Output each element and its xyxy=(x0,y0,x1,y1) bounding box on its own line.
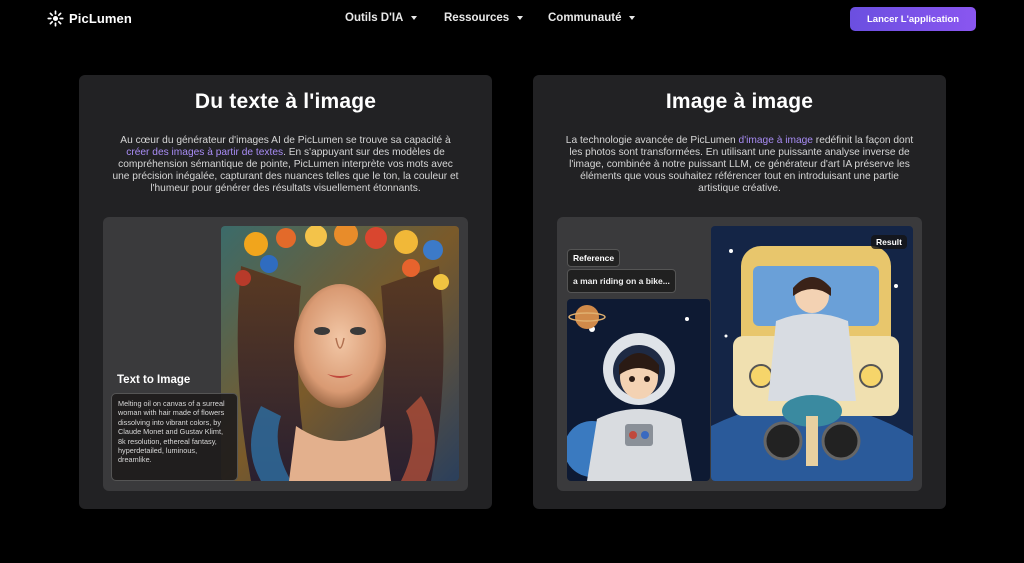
text-to-image-link[interactable]: créer des images à partir de textes xyxy=(126,147,283,158)
menu-label: Outils D'IA xyxy=(345,12,404,24)
generated-portrait-image xyxy=(221,226,459,481)
astronaut-illustration xyxy=(567,299,710,481)
prompt-text-box: Melting oil on canvas of a surreal woman… xyxy=(111,393,238,481)
menu-ressources[interactable]: Ressources xyxy=(444,12,524,24)
text-to-image-card: Du texte à l'image Au cœur du générateur… xyxy=(79,75,492,509)
top-nav: PicLumen Outils D'IA Ressources Communau… xyxy=(0,0,1024,38)
reference-astronaut-image xyxy=(567,299,710,481)
image-to-image-link[interactable]: d'image à image xyxy=(739,135,813,146)
menu-label: Ressources xyxy=(444,12,510,24)
menu-outils-ia[interactable]: Outils D'IA xyxy=(345,12,418,24)
menu-label: Communauté xyxy=(548,12,622,24)
reference-badge: Reference xyxy=(567,249,621,267)
image-to-image-demo-panel: Reference a man riding on a bike... Resu… xyxy=(557,217,922,491)
result-image: Result xyxy=(711,226,913,481)
chevron-down-icon xyxy=(411,16,418,20)
brand-logo[interactable]: PicLumen xyxy=(47,10,132,27)
launch-app-button[interactable]: Lancer L'application xyxy=(850,7,976,31)
brand-name: PicLumen xyxy=(69,11,132,26)
text-to-image-label: Text to Image xyxy=(117,374,191,386)
reference-prompt: a man riding on a bike... xyxy=(567,269,676,293)
result-illustration xyxy=(711,226,913,481)
chevron-down-icon xyxy=(517,16,524,20)
image-to-image-card: Image à image La technologie avancée de … xyxy=(533,75,946,509)
description-text: Au cœur du générateur d'images AI de Pic… xyxy=(120,135,451,146)
portrait-illustration xyxy=(221,226,459,481)
menu-communaute[interactable]: Communauté xyxy=(548,12,636,24)
card-description: Au cœur du générateur d'images AI de Pic… xyxy=(109,135,462,195)
description-text: La technologie avancée de PicLumen xyxy=(565,135,739,146)
chevron-down-icon xyxy=(629,16,636,20)
result-badge: Result xyxy=(871,235,907,249)
piclumen-logo-icon xyxy=(47,10,64,27)
card-description: La technologie avancée de PicLumen d'ima… xyxy=(563,135,916,195)
card-title: Du texte à l'image xyxy=(194,90,377,113)
text-to-image-demo-panel: Text to Image Melting oil on canvas of a… xyxy=(103,217,468,491)
card-title: Image à image xyxy=(665,90,814,113)
